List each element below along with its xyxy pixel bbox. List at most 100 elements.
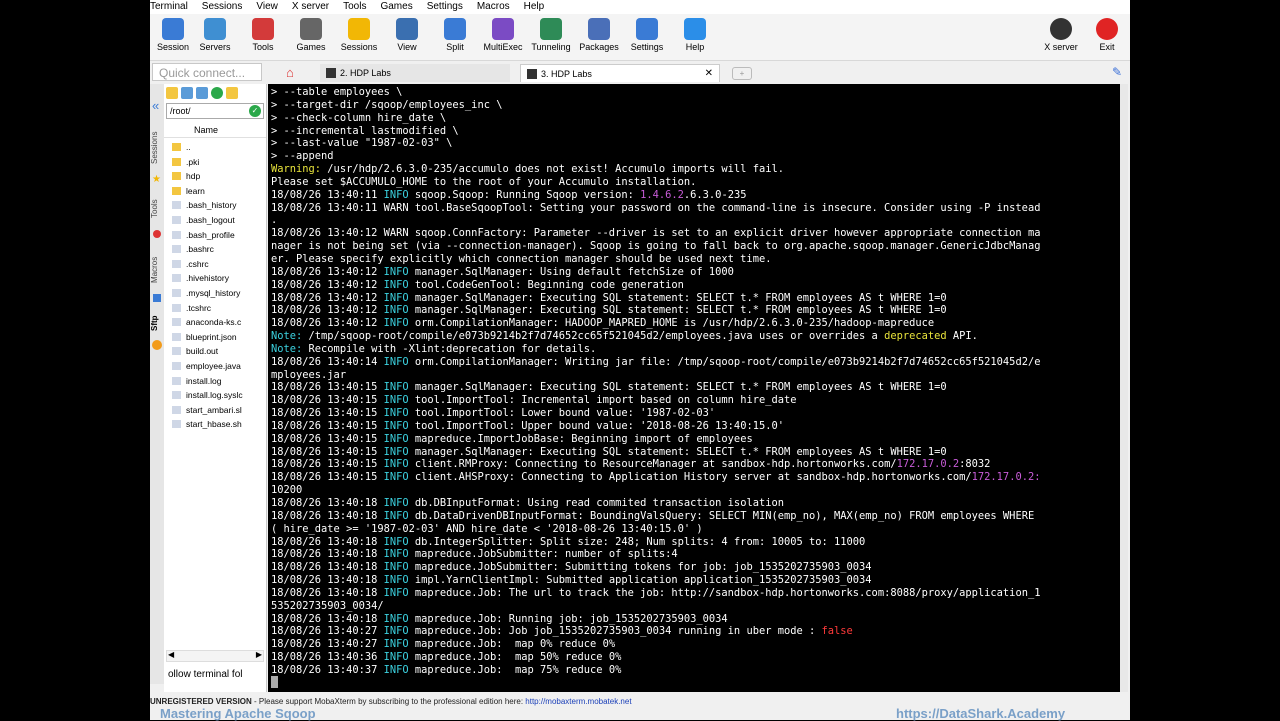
exit-button[interactable]: Exit — [1084, 18, 1130, 52]
folder-up-icon[interactable] — [166, 87, 178, 99]
menu-games[interactable]: Games — [380, 0, 418, 14]
file-list-item[interactable]: install.log — [164, 374, 266, 389]
menu-macros[interactable]: Macros — [477, 0, 516, 14]
menu-terminal[interactable]: Terminal — [150, 0, 194, 14]
help-button[interactable]: Help — [672, 18, 718, 52]
scroll-left-icon[interactable]: ◀ — [168, 650, 174, 659]
mobaxterm-window: Terminal Sessions View X server Tools Ga… — [150, 0, 1130, 720]
download-icon[interactable] — [181, 87, 193, 99]
toolbar-label: MultiExec — [483, 42, 523, 52]
new-tab-icon[interactable]: + — [732, 67, 752, 80]
split-button[interactable]: Split — [432, 18, 478, 52]
file-list-item[interactable]: start_hbase.sh — [164, 417, 266, 432]
home-tab-icon[interactable]: ⌂ — [286, 66, 300, 80]
x-server-button[interactable]: X server — [1038, 18, 1084, 52]
macros-side-tab[interactable]: Macros — [150, 250, 164, 290]
menu-x-server[interactable]: X server — [292, 0, 335, 14]
terminal-line: er. Please specify explicitly which conn… — [271, 253, 1040, 266]
terminal-segment: INFO — [383, 355, 409, 368]
servers-button[interactable]: Servers — [192, 18, 238, 52]
file-icon — [172, 288, 181, 297]
file-list-item[interactable]: hdp — [164, 169, 266, 184]
view-button[interactable]: View — [384, 18, 430, 52]
menu-tools[interactable]: Tools — [343, 0, 372, 14]
sessions-side-tab[interactable]: Sessions — [150, 126, 164, 170]
tunneling-button[interactable]: Tunneling — [528, 18, 574, 52]
packages-button[interactable]: Packages — [576, 18, 622, 52]
terminal-vscrollbar[interactable] — [1120, 84, 1128, 692]
file-list-item[interactable]: build.out — [164, 344, 266, 359]
new-folder-icon[interactable] — [226, 87, 238, 99]
file-list-item[interactable]: .tcshrc — [164, 301, 266, 316]
scroll-right-icon[interactable]: ▶ — [256, 650, 262, 659]
menu-view[interactable]: View — [256, 0, 284, 14]
tab-label: 3. HDP Labs — [541, 69, 592, 79]
terminal-line: 18/08/26 13:40:15 INFO manager.SqlManage… — [271, 446, 1040, 459]
terminal-output[interactable]: > --table employees \ > --target-dir /sqo… — [268, 84, 1120, 692]
file-list-item[interactable]: .bash_logout — [164, 213, 266, 228]
file-name: anaconda-ks.c — [186, 317, 242, 328]
file-list-header-name[interactable]: Name — [164, 123, 266, 138]
session-tabs: ⌂ 2. HDP Labs 3. HDP Labs ✕ + ✎ — [280, 64, 1130, 82]
terminal-segment: INFO — [383, 445, 409, 458]
file-list-item[interactable]: .cshrc — [164, 257, 266, 272]
upload-icon[interactable] — [196, 87, 208, 99]
subscribe-link[interactable]: http://mobaxterm.mobatek.net — [525, 697, 631, 706]
settings-button[interactable]: Settings — [624, 18, 670, 52]
terminal-line: > --table employees \ — [271, 86, 1040, 99]
terminal-segment: 18/08/26 13:40:12 — [271, 291, 384, 304]
close-tab-icon[interactable]: ✕ — [705, 65, 713, 83]
file-list-item[interactable]: start_ambari.sl — [164, 403, 266, 418]
path-ok-icon[interactable]: ✓ — [249, 105, 261, 117]
refresh-icon[interactable] — [211, 87, 223, 99]
terminal-segment: INFO — [383, 535, 409, 548]
terminal-line: 18/08/26 13:40:15 INFO tool.ImportTool: … — [271, 407, 1040, 420]
file-list-hscrollbar[interactable]: ◀ ▶ — [166, 650, 264, 662]
file-list-item[interactable]: .bashrc — [164, 242, 266, 257]
file-list-item[interactable]: .mysql_history — [164, 286, 266, 301]
tools-button[interactable]: Tools — [240, 18, 286, 52]
multiexec-button[interactable]: MultiExec — [480, 18, 526, 52]
file-list-item[interactable]: learn — [164, 184, 266, 199]
follow-terminal-folder-checkbox[interactable]: ollow terminal fol — [168, 669, 242, 680]
collapse-icon[interactable]: « — [152, 98, 159, 113]
terminal-segment: impl.YarnClientImpl: Submitted applicati… — [408, 574, 872, 587]
file-list-item[interactable]: .. — [164, 140, 266, 155]
session-icon — [162, 18, 184, 40]
academy-url-banner: https://DataShark.Academy — [896, 706, 1066, 721]
menu-settings[interactable]: Settings — [427, 0, 469, 14]
file-icon — [172, 420, 181, 429]
terminal-segment: client.AHSProxy: Connecting to Applicati… — [408, 471, 972, 484]
terminal-line: 18/08/26 13:40:15 INFO tool.ImportTool: … — [271, 394, 1040, 407]
file-list-item[interactable]: anaconda-ks.c — [164, 315, 266, 330]
file-list-item[interactable]: .hivehistory — [164, 271, 266, 286]
terminal-segment: > --last-value "1987-02-03" \ — [271, 137, 453, 150]
sessions-button[interactable]: Sessions — [336, 18, 382, 52]
menu-help[interactable]: Help — [524, 0, 551, 14]
file-list-item[interactable]: .pki — [164, 155, 266, 170]
sftp-path-input[interactable]: /root/ ✓ — [166, 103, 264, 119]
menu-sessions[interactable]: Sessions — [202, 0, 249, 14]
file-list-item[interactable]: .bash_profile — [164, 228, 266, 243]
sftp-side-tab[interactable]: Sftp — [150, 312, 164, 334]
file-list-item[interactable]: employee.java — [164, 359, 266, 374]
file-list-item[interactable]: .bash_history — [164, 198, 266, 213]
tab-2-hdp-labs[interactable]: 2. HDP Labs — [320, 64, 510, 82]
file-list-item[interactable]: blueprint.json — [164, 330, 266, 345]
terminal-segment: Warning: — [271, 163, 322, 176]
terminal-line: 18/08/26 13:40:27 INFO mapreduce.Job: ma… — [271, 638, 1040, 651]
terminal-text: > --table employees \ > --target-dir /sqo… — [271, 86, 1040, 677]
terminal-segment: INFO — [383, 188, 409, 201]
terminal-segment: sqoop.Sqoop: Running Sqoop version: — [408, 188, 641, 201]
file-name: .pki — [186, 156, 200, 167]
quick-connect-input[interactable]: Quick connect... — [152, 63, 262, 81]
terminal-line: 18/08/26 13:40:15 INFO client.RMProxy: C… — [271, 458, 1040, 471]
file-list-item[interactable]: install.log.syslc — [164, 388, 266, 403]
session-button[interactable]: Session — [150, 18, 196, 52]
games-button[interactable]: Games — [288, 18, 334, 52]
tab-3-hdp-labs[interactable]: 3. HDP Labs ✕ — [520, 64, 720, 82]
terminal-segment: Note: — [271, 342, 303, 355]
toolbar-label: Games — [296, 42, 326, 52]
tools-side-tab[interactable]: Tools — [150, 194, 164, 224]
attach-icon[interactable]: ✎ — [1112, 65, 1122, 79]
